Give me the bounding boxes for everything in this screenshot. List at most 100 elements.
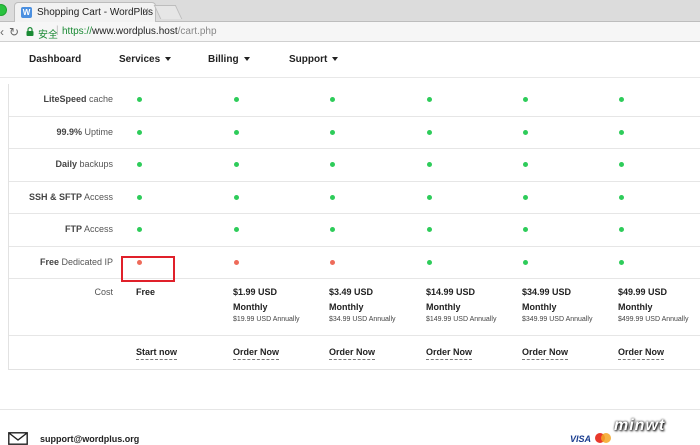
- envelope-icon: [8, 432, 28, 445]
- plan-price: $3.49 USD: [329, 287, 374, 297]
- feature-label-rest: Dedicated IP: [58, 256, 113, 267]
- tab-title: Shopping Cart - WordPlus: [37, 7, 153, 18]
- included-dot-icon: [234, 194, 239, 200]
- chevron-down-icon: [332, 57, 339, 62]
- visa-logo: VISA: [570, 434, 592, 444]
- url-host: www.wordplus.host: [92, 26, 178, 37]
- included-dot-icon: [234, 97, 239, 102]
- plan-period: Monthly: [522, 302, 557, 312]
- included-dot-icon: [137, 97, 142, 102]
- new-tab-button[interactable]: [153, 5, 183, 19]
- included-dot-icon: [234, 227, 239, 232]
- nav-dashboard-label: Dashboard: [29, 54, 82, 65]
- plan-price: $49.99 USD: [618, 287, 668, 297]
- included-dot-icon: [330, 227, 335, 232]
- order-now-button[interactable]: Order Now: [618, 347, 665, 360]
- plan-price: $1.99 USD: [233, 287, 278, 297]
- feature-row: LiteSpeed cache: [9, 84, 700, 117]
- included-dot-icon: [619, 162, 624, 167]
- order-now-button[interactable]: Order Now: [522, 347, 569, 360]
- plan-period: Monthly: [426, 302, 461, 312]
- plan-price: $34.99 USD: [522, 287, 572, 297]
- footer: support@wordplus.org VISA: [0, 409, 700, 445]
- included-dot-icon: [330, 162, 335, 167]
- pricing-table: LiteSpeed cache 99.9% Uptime Daily backups…: [8, 84, 700, 370]
- order-now-button[interactable]: Order Now: [329, 347, 376, 360]
- included-dot-icon: [330, 97, 335, 102]
- start-now-button[interactable]: Start now: [136, 347, 178, 360]
- feature-label: 99.9% Uptime: [56, 127, 113, 137]
- nav-services[interactable]: Services: [119, 54, 172, 65]
- included-dot-icon: [137, 162, 142, 167]
- feature-label: Daily backups: [55, 159, 113, 169]
- feature-label-bold: Free: [39, 256, 59, 267]
- included-dot-icon: [427, 227, 432, 232]
- feature-label: LiteSpeed cache: [43, 94, 113, 104]
- plan-period: Monthly: [618, 302, 653, 312]
- chevron-down-icon: [243, 57, 250, 62]
- plan-annual-price: $149.99 USD Annually: [426, 316, 497, 323]
- order-now-button[interactable]: Order Now: [426, 347, 473, 360]
- feature-label: FTP Access: [65, 224, 113, 234]
- order-now-button[interactable]: Order Now: [233, 347, 280, 360]
- included-dot-icon: [427, 259, 432, 265]
- feature-label-bold: SSH & SFTP: [28, 191, 82, 202]
- feature-label-bold: Daily: [55, 159, 77, 169]
- site-nav: Dashboard Services Billing Support: [0, 44, 700, 78]
- mastercard-icon: [595, 433, 611, 443]
- url-input[interactable]: https://www.wordplus.host/cart.php: [62, 26, 217, 37]
- included-dot-icon: [330, 194, 335, 200]
- included-dot-icon: [137, 227, 142, 232]
- feature-label-rest: Access: [81, 224, 113, 234]
- plan-price: Free: [136, 287, 156, 297]
- included-dot-icon: [523, 129, 528, 135]
- nav-billing-label: Billing: [208, 54, 239, 65]
- included-dot-icon: [137, 194, 142, 200]
- feature-row: 99.9% Uptime: [9, 117, 700, 149]
- feature-label: Free Dedicated IP: [40, 257, 113, 267]
- included-dot-icon: [330, 129, 335, 135]
- window-zoom-button[interactable]: [0, 4, 7, 16]
- included-dot-icon: [619, 97, 624, 102]
- watermark: minwt: [614, 417, 666, 434]
- included-dot-icon: [523, 162, 528, 167]
- included-dot-icon: [619, 227, 624, 232]
- feature-row: FTP Access: [9, 214, 700, 247]
- feature-label-rest: Uptime: [81, 126, 113, 137]
- support-email[interactable]: support@wordplus.org: [40, 434, 139, 444]
- highlight-box: [121, 256, 175, 282]
- url-separator: |: [56, 25, 59, 36]
- plan-period: Monthly: [233, 302, 268, 312]
- nav-billing[interactable]: Billing: [208, 54, 250, 65]
- nav-support[interactable]: Support: [289, 54, 339, 65]
- action-row: Start now Order Now Order Now Order Now Orde…: [9, 336, 700, 370]
- browser-tab-bar: W Shopping Cart - WordPlus ×: [0, 0, 700, 22]
- included-dot-icon: [619, 194, 624, 200]
- included-dot-icon: [523, 97, 528, 102]
- url-scheme: https://: [62, 26, 93, 37]
- feature-label-rest: backups: [76, 159, 113, 169]
- nav-services-label: Services: [119, 54, 161, 65]
- close-tab-icon[interactable]: ×: [143, 6, 149, 17]
- included-dot-icon: [619, 259, 624, 265]
- plan-price: $14.99 USD: [426, 287, 476, 297]
- browser-tab[interactable]: W Shopping Cart - WordPlus ×: [14, 2, 156, 22]
- included-dot-icon: [427, 162, 432, 167]
- included-dot-icon: [523, 259, 528, 265]
- wordplus-favicon-icon: W: [21, 7, 32, 18]
- reload-icon[interactable]: ↻: [9, 25, 19, 39]
- nav-dashboard[interactable]: Dashboard: [29, 54, 81, 65]
- not-included-dot-icon: [330, 259, 335, 265]
- chevron-down-icon: [165, 57, 172, 62]
- included-dot-icon: [234, 129, 239, 135]
- feature-label-bold: 99.9%: [56, 126, 82, 137]
- address-bar: ‹ ↻ 安全 | https://www.wordplus.host/cart.…: [0, 22, 700, 42]
- back-arrow-icon[interactable]: ‹: [0, 25, 4, 39]
- feature-row: Free Dedicated IP: [9, 247, 700, 279]
- feature-row: Daily backups: [9, 149, 700, 182]
- plan-period: Monthly: [329, 302, 364, 312]
- feature-label-rest: Access: [81, 191, 113, 202]
- included-dot-icon: [427, 97, 432, 102]
- included-dot-icon: [137, 129, 142, 135]
- included-dot-icon: [619, 129, 624, 135]
